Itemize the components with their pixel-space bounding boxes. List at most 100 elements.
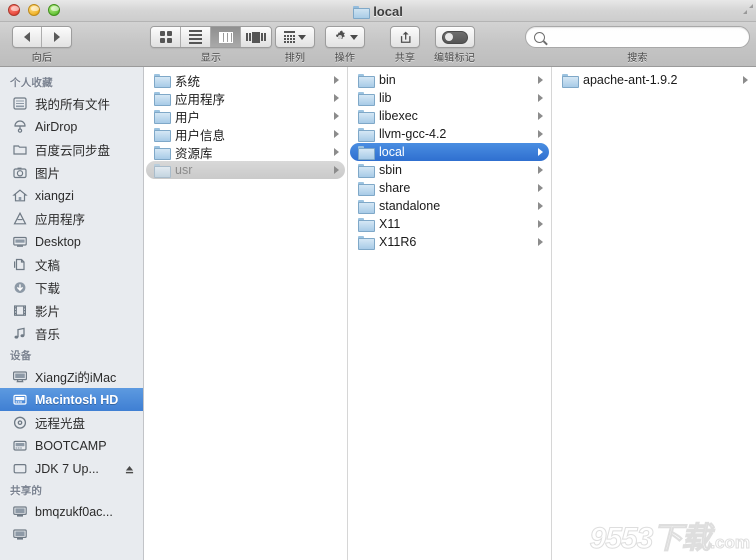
chevron-right-icon[interactable]: [334, 112, 339, 120]
title-bar: local: [0, 0, 756, 22]
sidebar-item-下载[interactable]: 下载: [0, 276, 143, 299]
file-row-lib[interactable]: lib: [350, 89, 549, 107]
sidebar-item-百度云同步盘[interactable]: 百度云同步盘: [0, 138, 143, 161]
column-1[interactable]: 系统 应用程序 用户用户信息资源库 usr: [144, 67, 348, 560]
view-icon-button[interactable]: [151, 27, 181, 47]
file-row-llvm-gcc-4.2[interactable]: llvm-gcc-4.2: [350, 125, 549, 143]
file-name: share: [379, 181, 411, 195]
chevron-right-icon[interactable]: [538, 76, 543, 84]
sidebar-item-label: 远程光盘: [35, 417, 86, 431]
file-name: 用户信息: [175, 128, 226, 143]
chevron-right-icon[interactable]: [334, 148, 339, 156]
watermark-text: 9553: [589, 522, 654, 555]
sidebar-item-label: xiangzi: [35, 188, 74, 203]
sidebar-item-bmqzukf0ac[interactable]: bmqzukf0ac...: [0, 500, 143, 523]
back-button[interactable]: [13, 27, 43, 47]
view-mode-label: 显示: [200, 53, 222, 64]
chevron-right-icon[interactable]: [538, 148, 543, 156]
movies-icon: [12, 303, 28, 318]
folder-icon: [154, 110, 171, 124]
back-forward-control[interactable]: [12, 26, 72, 48]
chevron-right-icon[interactable]: [334, 166, 339, 174]
column-2[interactable]: bin lib libexec llvm-gcc-4.2 local sbin share s…: [348, 67, 552, 560]
file-row-sbin[interactable]: sbin: [350, 161, 549, 179]
arrange-button[interactable]: [275, 26, 315, 48]
expand-corner-icon[interactable]: [742, 3, 754, 15]
file-row-资源库[interactable]: 资源库: [146, 143, 345, 161]
chevron-right-icon[interactable]: [538, 112, 543, 120]
share-button[interactable]: [390, 26, 420, 48]
server-icon: [12, 527, 28, 542]
sidebar-item-xiangzi的imac[interactable]: XiangZi的iMac: [0, 365, 143, 388]
file-row-x11[interactable]: X11: [350, 215, 549, 233]
sidebar-item-item[interactable]: [0, 523, 143, 546]
search-input[interactable]: [549, 30, 741, 44]
file-row-libexec[interactable]: libexec: [350, 107, 549, 125]
column-3[interactable]: 9553下载.com apache-ant-1.9.2: [552, 67, 756, 560]
sidebar-item-xiangzi[interactable]: xiangzi: [0, 184, 143, 207]
sidebar-item-label: 我的所有文件: [35, 98, 111, 112]
edit-tags-button[interactable]: [434, 26, 475, 48]
file-row-bin[interactable]: bin: [350, 71, 549, 89]
action-button[interactable]: [325, 26, 365, 48]
imac-icon: [12, 369, 28, 384]
file-name: sbin: [379, 163, 402, 177]
file-row-用户[interactable]: 用户: [146, 107, 345, 125]
chevron-right-icon[interactable]: [538, 184, 543, 192]
sidebar-item-图片[interactable]: 图片: [0, 161, 143, 184]
chevron-right-icon[interactable]: [538, 238, 543, 246]
eject-icon[interactable]: [125, 464, 134, 474]
sidebar-item-jdk-7-up[interactable]: JDK 7 Up...: [0, 457, 143, 480]
sidebar[interactable]: 个人收藏 我的所有文件 AirDrop 百度云同步盘 图片 xiangzi 应用程…: [0, 67, 144, 560]
file-name: 系统: [175, 74, 201, 89]
sidebar-item-label: AirDrop: [35, 119, 78, 134]
harddisk-icon: [12, 438, 28, 453]
chevron-right-icon[interactable]: [538, 202, 543, 210]
file-row-系统[interactable]: 系统: [146, 71, 345, 89]
file-row-用户信息[interactable]: 用户信息: [146, 125, 345, 143]
sidebar-item-label: Macintosh HD: [35, 392, 119, 407]
file-row-应用程序[interactable]: 应用程序: [146, 89, 345, 107]
chevron-right-icon[interactable]: [743, 76, 748, 84]
file-name: 资源库: [175, 146, 213, 161]
search-field[interactable]: [525, 26, 750, 48]
sidebar-item-airdrop[interactable]: AirDrop: [0, 115, 143, 138]
tag-toggle-icon: [441, 30, 468, 44]
column-browser: 系统 应用程序 用户用户信息资源库 usr bin lib libexec llvm-gcc…: [144, 67, 756, 560]
watermark-domain: .com: [710, 533, 751, 552]
view-column-button[interactable]: [211, 27, 241, 47]
all-files-icon: [12, 96, 28, 111]
file-row-usr[interactable]: usr: [146, 161, 345, 179]
sidebar-item-desktop[interactable]: Desktop: [0, 230, 143, 253]
view-list-button[interactable]: [181, 27, 211, 47]
sidebar-section-header: 设备: [10, 350, 32, 362]
chevron-right-icon[interactable]: [538, 130, 543, 138]
chevron-right-icon[interactable]: [334, 76, 339, 84]
chevron-right-icon[interactable]: [538, 166, 543, 174]
chevron-right-icon[interactable]: [334, 94, 339, 102]
folder-icon: [154, 146, 171, 160]
file-row-x11r6[interactable]: X11R6: [350, 233, 549, 251]
chevron-right-icon[interactable]: [538, 220, 543, 228]
chevron-right-icon[interactable]: [538, 94, 543, 102]
file-row-standalone[interactable]: standalone: [350, 197, 549, 215]
sidebar-item-音乐[interactable]: 音乐: [0, 322, 143, 345]
sidebar-item-bootcamp[interactable]: BOOTCAMP: [0, 434, 143, 457]
sidebar-item-文稿[interactable]: 文稿: [0, 253, 143, 276]
file-row-local[interactable]: local: [350, 143, 549, 161]
forward-button[interactable]: [42, 27, 71, 47]
sidebar-item-远程光盘[interactable]: 远程光盘: [0, 411, 143, 434]
sidebar-item-label: BOOTCAMP: [35, 438, 107, 453]
search-icon: [534, 31, 545, 43]
view-coverflow-button[interactable]: [241, 27, 271, 47]
sidebar-item-影片[interactable]: 影片: [0, 299, 143, 322]
file-row-apache-ant-1.9.2[interactable]: apache-ant-1.9.2: [554, 71, 754, 89]
view-mode-control[interactable]: [150, 26, 272, 48]
file-row-share[interactable]: share: [350, 179, 549, 197]
window-title: local: [0, 0, 756, 22]
sidebar-item-应用程序[interactable]: 应用程序: [0, 207, 143, 230]
chevron-right-icon[interactable]: [334, 130, 339, 138]
sidebar-item-label: 音乐: [35, 328, 61, 342]
sidebar-item-macintosh-hd[interactable]: Macintosh HD: [0, 388, 143, 411]
sidebar-item-我的所有文件[interactable]: 我的所有文件: [0, 92, 143, 115]
